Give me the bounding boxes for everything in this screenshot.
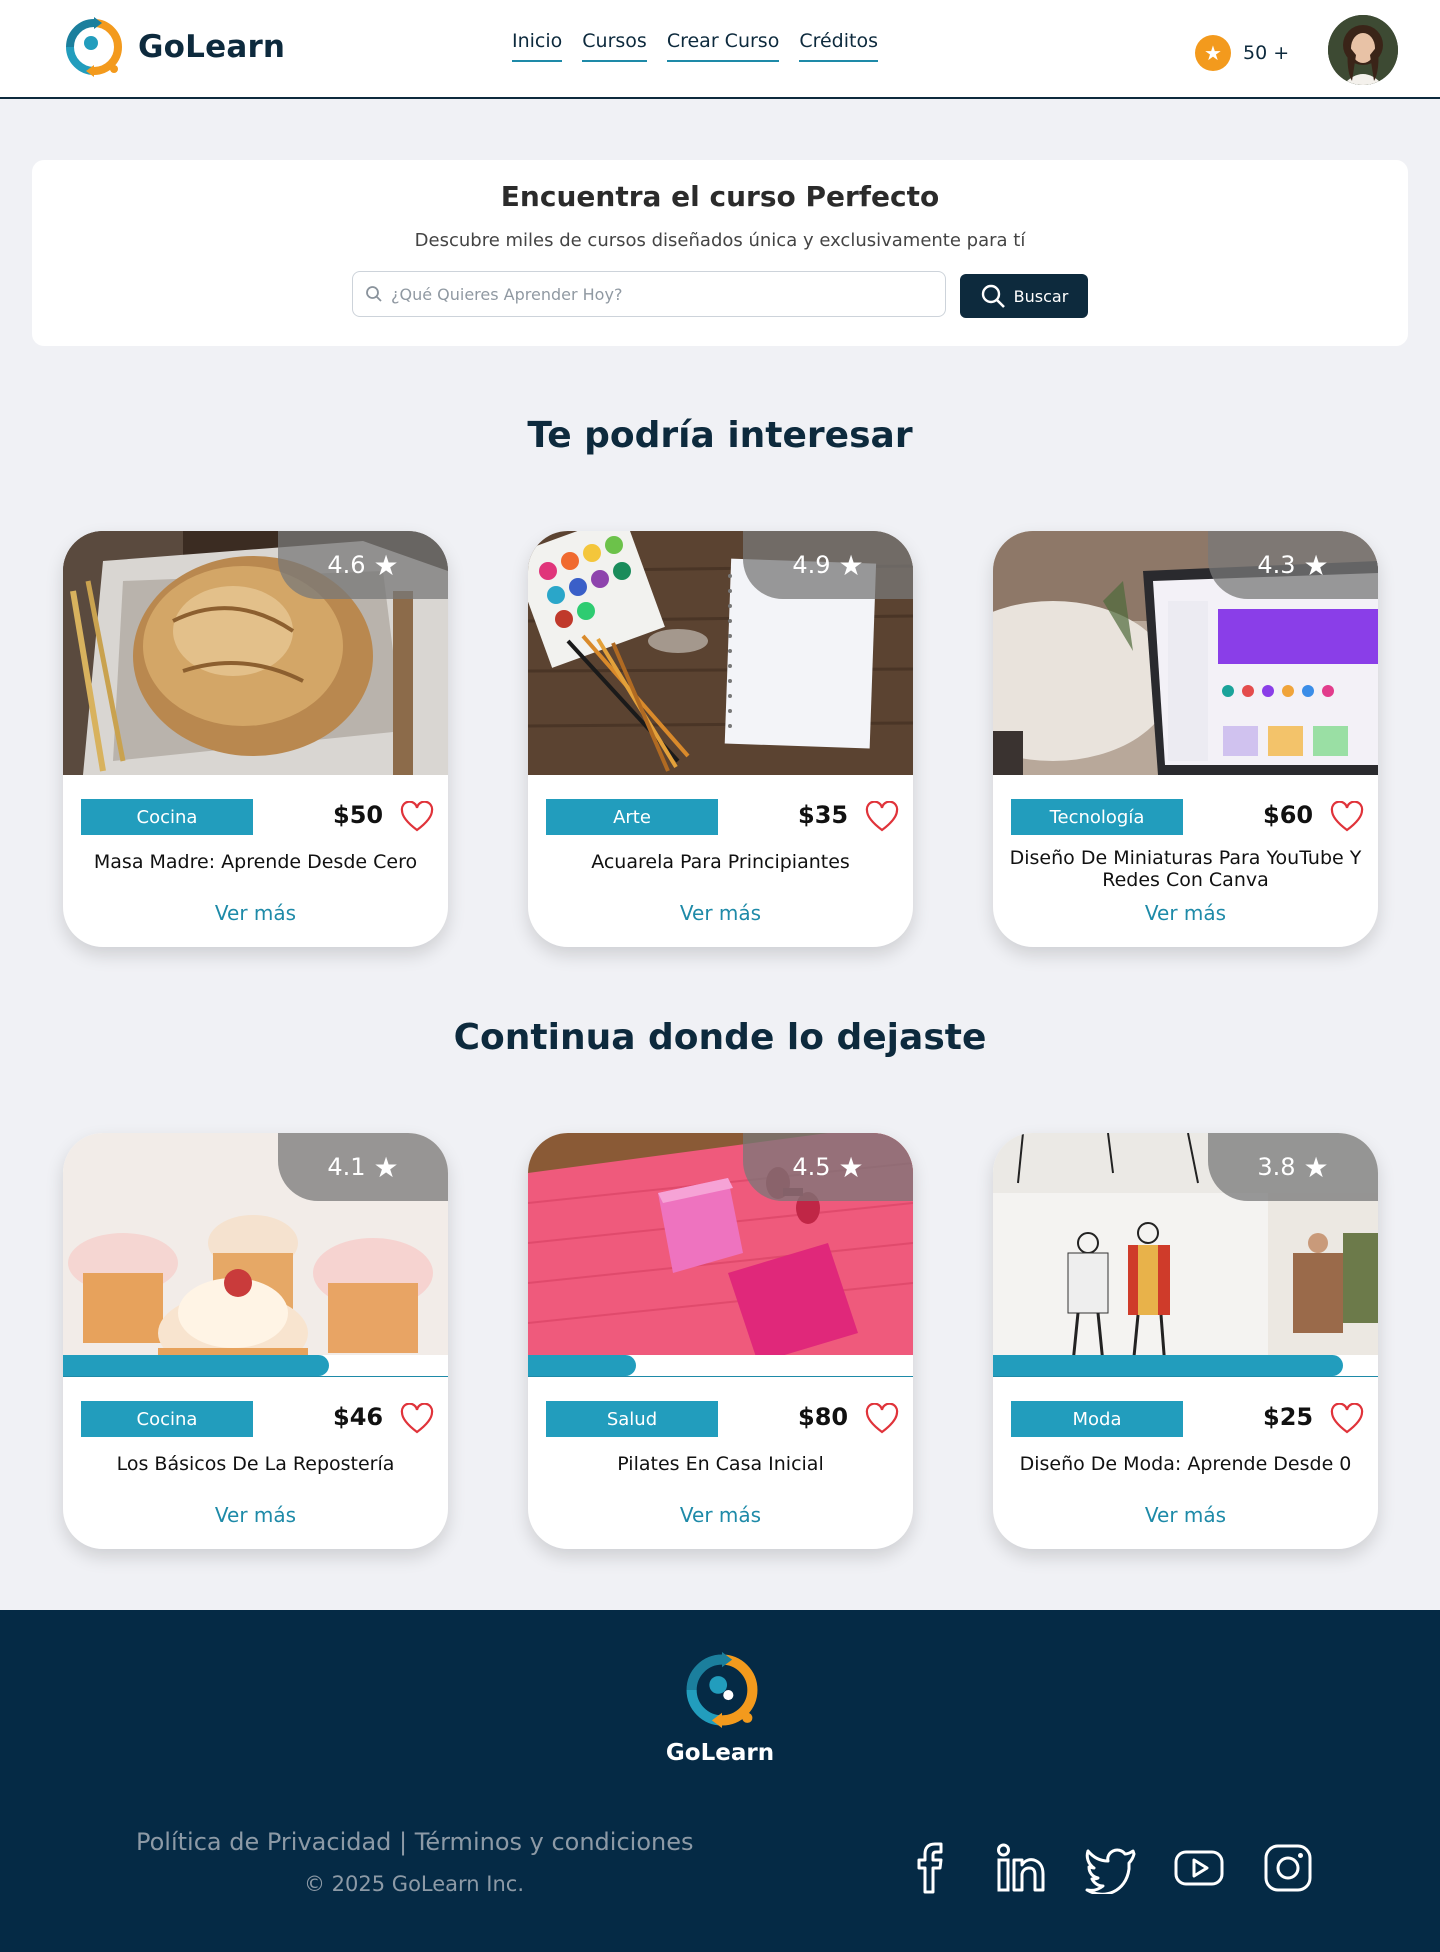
course-card: 4.9 ★ Arte $35 Acuarela Para Principiant… <box>528 531 913 947</box>
ver-mas-link[interactable]: Ver más <box>63 901 448 925</box>
heart-icon[interactable] <box>1330 801 1364 833</box>
credits-badge[interactable]: ★ 50 + <box>1195 35 1289 71</box>
search-button-label: Buscar <box>1013 286 1069 306</box>
heart-icon[interactable] <box>400 801 434 833</box>
course-title: Pilates En Casa Inicial <box>617 1453 824 1475</box>
course-title: Diseño De Moda: Aprende Desde 0 <box>1019 1453 1352 1475</box>
main-nav: Inicio Cursos Crear Curso Créditos <box>512 30 878 62</box>
search-button[interactable]: Buscar <box>960 274 1088 318</box>
ver-mas-link[interactable]: Ver más <box>993 901 1378 925</box>
site-footer: GoLearn Política de Privacidad | Término… <box>0 1610 1440 1952</box>
course-progress-bar <box>63 1355 448 1377</box>
nav-crear-curso[interactable]: Crear Curso <box>666 30 780 62</box>
course-price: $25 <box>1263 1403 1314 1431</box>
rating-value: 3.8 <box>1257 1153 1296 1181</box>
course-price: $50 <box>333 801 384 829</box>
star-icon: ★ <box>1303 1150 1329 1184</box>
nav-creditos[interactable]: Créditos <box>799 30 878 62</box>
category-tag: Salud <box>546 1401 718 1437</box>
course-card: 4.1 ★ Cocina $46 Los Básicos De La Repos… <box>63 1133 448 1549</box>
search-subtitle: Descubre miles de cursos diseñados única… <box>414 230 1026 251</box>
golearn-logo-icon <box>66 17 122 77</box>
rating-badge: 3.8 ★ <box>1208 1133 1378 1201</box>
course-price: $80 <box>798 1403 849 1431</box>
course-title: Acuarela Para Principiantes <box>591 851 850 873</box>
footer-links: Política de Privacidad | Términos y cond… <box>136 1828 693 1856</box>
course-title: Los Básicos De La Repostería <box>116 1453 395 1475</box>
course-card: 4.6 ★ Cocina $50 Masa Madre: Aprende Des… <box>63 531 448 947</box>
course-price: $60 <box>1263 801 1314 829</box>
rating-badge: 4.9 ★ <box>743 531 913 599</box>
nav-inicio[interactable]: Inicio <box>512 30 563 62</box>
rating-value: 4.3 <box>1257 551 1296 579</box>
search-icon <box>366 286 382 302</box>
category-tag: Arte <box>546 799 718 835</box>
search-field[interactable] <box>352 271 946 317</box>
search-panel: Encuentra el curso Perfecto Descubre mil… <box>32 160 1408 346</box>
course-price: $46 <box>333 1403 384 1431</box>
course-card: 3.8 ★ Moda $25 Diseño De Moda: Aprende D… <box>993 1133 1378 1549</box>
course-title: Diseño De Miniaturas Para YouTube Y Rede… <box>1009 847 1362 891</box>
brand-name: GoLearn <box>138 29 286 65</box>
youtube-icon[interactable] <box>1173 1842 1225 1894</box>
search-icon <box>981 284 1005 308</box>
continue-title: Continua donde lo dejaste <box>453 1017 987 1058</box>
course-title: Masa Madre: Aprende Desde Cero <box>93 851 418 873</box>
ver-mas-link[interactable]: Ver más <box>63 1503 448 1527</box>
terms-link[interactable]: Términos y condiciones <box>415 1828 694 1856</box>
heart-icon[interactable] <box>865 801 899 833</box>
facebook-icon[interactable] <box>906 1842 958 1894</box>
progress-fill <box>528 1355 636 1376</box>
category-tag: Tecnología <box>1011 799 1183 835</box>
privacy-link[interactable]: Política de Privacidad <box>136 1828 391 1856</box>
category-tag: Moda <box>1011 1401 1183 1437</box>
ver-mas-link[interactable]: Ver más <box>528 901 913 925</box>
rating-value: 4.6 <box>327 551 366 579</box>
ver-mas-link[interactable]: Ver más <box>528 1503 913 1527</box>
star-icon: ★ <box>838 548 864 582</box>
course-progress-bar <box>993 1355 1378 1377</box>
avatar[interactable] <box>1328 15 1398 85</box>
course-card: 4.3 ★ Tecnología $60 Diseño De Miniatura… <box>993 531 1378 947</box>
user-avatar-image <box>1328 15 1398 85</box>
course-progress-bar <box>528 1355 913 1377</box>
footer-copyright: © 2025 GoLearn Inc. <box>304 1872 525 1896</box>
rating-badge: 4.3 ★ <box>1208 531 1378 599</box>
ver-mas-link[interactable]: Ver más <box>993 1503 1378 1527</box>
star-icon: ★ <box>838 1150 864 1184</box>
nav-cursos[interactable]: Cursos <box>582 30 647 62</box>
footer-separator: | <box>391 1828 415 1856</box>
twitter-icon[interactable] <box>1084 1842 1136 1894</box>
star-icon: ★ <box>373 1150 399 1184</box>
star-icon: ★ <box>1303 548 1329 582</box>
category-tag: Cocina <box>81 799 253 835</box>
course-card: 4.5 ★ Salud $80 Pilates En Casa Inicial … <box>528 1133 913 1549</box>
search-input[interactable] <box>391 284 945 304</box>
brand-logo[interactable]: GoLearn <box>64 17 285 77</box>
progress-fill <box>993 1355 1344 1376</box>
rating-badge: 4.1 ★ <box>278 1133 448 1201</box>
golearn-logo-icon[interactable] <box>684 1652 760 1728</box>
heart-icon[interactable] <box>865 1403 899 1435</box>
instagram-icon[interactable] <box>1262 1842 1314 1894</box>
rating-badge: 4.6 ★ <box>278 531 448 599</box>
star-icon: ★ <box>1195 35 1231 71</box>
footer-brand: GoLearn <box>665 1740 775 1766</box>
search-title: Encuentra el curso Perfecto <box>500 180 940 213</box>
social-links <box>906 1842 1314 1894</box>
rating-badge: 4.5 ★ <box>743 1133 913 1201</box>
heart-icon[interactable] <box>400 1403 434 1435</box>
rating-value: 4.5 <box>792 1153 831 1181</box>
linkedin-icon[interactable] <box>995 1842 1047 1894</box>
credits-count: 50 + <box>1243 42 1290 64</box>
category-tag: Cocina <box>81 1401 253 1437</box>
rating-value: 4.1 <box>327 1153 366 1181</box>
star-icon: ★ <box>373 548 399 582</box>
recommended-title: Te podría interesar <box>527 415 913 456</box>
course-price: $35 <box>798 801 849 829</box>
rating-value: 4.9 <box>792 551 831 579</box>
top-header: GoLearn Inicio Cursos Crear Curso Crédit… <box>0 0 1440 99</box>
heart-icon[interactable] <box>1330 1403 1364 1435</box>
progress-fill <box>63 1355 329 1376</box>
